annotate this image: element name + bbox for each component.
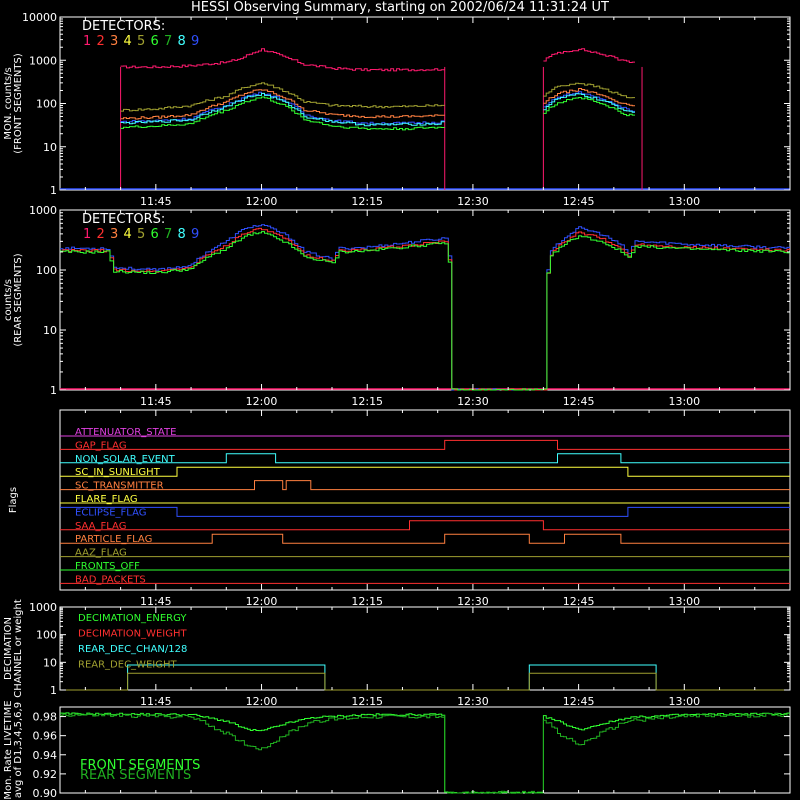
front-ylabel: (FRONT SEGMENTS) <box>13 53 24 154</box>
rear-ytick-label: 100 <box>36 264 57 277</box>
rear-legend-item: 7 <box>164 227 172 242</box>
flag-line-sc_transmitter <box>60 480 790 491</box>
front-legend-item: 1 <box>83 34 91 49</box>
rear-ylabel: (REAR SEGMENTS) <box>13 253 24 346</box>
rear-xtick-label: 12:30 <box>457 395 489 408</box>
decimation-xtick-label: 12:30 <box>457 695 489 708</box>
decimation-legend-item: DECIMATION_WEIGHT <box>78 629 187 640</box>
front-legend-item: 4 <box>124 34 132 49</box>
front-series-1 <box>120 48 445 72</box>
flag-label: ECLIPSE_FLAG <box>75 507 146 518</box>
rear-xtick-label: 12:15 <box>351 395 383 408</box>
decimation-series <box>60 672 790 691</box>
flag-label: ATTENUATOR_STATE <box>75 427 176 438</box>
flags-ylabel: Flags <box>8 487 19 513</box>
flag-line-sc_in_sunlight <box>60 466 790 477</box>
decimation-xtick-label: 12:15 <box>351 695 383 708</box>
flag-line-gap_flag <box>60 439 790 450</box>
rear-legend-item: 4 <box>124 227 132 242</box>
front-legend-item: 2 <box>97 34 105 49</box>
front-ytick-label: 10 <box>43 141 57 154</box>
front-xtick-label: 12:00 <box>246 195 278 208</box>
flags-xtick-label: 12:30 <box>457 595 489 608</box>
front-xtick-label: 11:45 <box>140 195 172 208</box>
flags-xtick-label: 11:45 <box>140 595 172 608</box>
flag-line-particle_flag <box>60 533 790 544</box>
flag-label: PARTICLE_FLAG <box>75 534 152 545</box>
livetime-ylabel: avg of D1,3,4,5,6,9 <box>13 702 24 798</box>
flag-label: SAA_FLAG <box>75 521 126 532</box>
rear-ytick-label: 1 <box>50 384 57 397</box>
livetime-ytick-label: 0.98 <box>33 711 58 724</box>
chart-figure: 1 10 100 1000 10000 11:45 12:00 12:15 12:30 12:45… <box>3 11 791 800</box>
flag-label: SC_IN_SUNLIGHT <box>75 467 161 478</box>
rear-legend-item: 1 <box>83 227 91 242</box>
flags-xtick-label: 12:15 <box>351 595 383 608</box>
rear-xtick-label: 12:00 <box>246 395 278 408</box>
decimation-xtick-label: 13:00 <box>668 695 700 708</box>
flag-label: GAP_FLAG <box>75 440 127 451</box>
rear-legend-item: 3 <box>110 227 118 242</box>
front-xtick-label: 12:30 <box>457 195 489 208</box>
front-ytick-label: 1000 <box>29 54 57 67</box>
livetime-ytick-label: 0.96 <box>33 730 58 743</box>
rear-ytick-label: 1000 <box>29 204 57 217</box>
front-series-1 <box>543 48 635 63</box>
front-xtick-label: 13:00 <box>668 195 700 208</box>
front-xtick-label: 12:15 <box>351 195 383 208</box>
rear-xtick-label: 13:00 <box>668 395 700 408</box>
front-legend-item: 5 <box>137 34 145 49</box>
decimation-legend-item: REAR_DEC_CHAN/128 <box>78 644 187 655</box>
flag-label: AAZ_FLAG <box>75 548 127 559</box>
flag-label: BAD_PACKETS <box>75 574 146 585</box>
decimation-xtick-label: 11:45 <box>140 695 172 708</box>
decimation-legend-item: REAR_DEC_WEIGHT <box>78 660 177 671</box>
front-legend-item: 6 <box>151 34 159 49</box>
decimation-ytick-label: 1 <box>50 684 57 697</box>
front-ytick-label: 1 <box>50 184 57 197</box>
flag-line-eclipse_flag <box>60 506 790 517</box>
flag-label: FLARE_FLAG <box>75 494 138 505</box>
rear-xtick-label: 11:45 <box>140 395 172 408</box>
flag-label: FRONTS_OFF <box>75 561 140 572</box>
decimation-ylabel: CHANNEL or weight <box>13 599 24 698</box>
rear-series-9 <box>60 224 790 391</box>
front-legend-title: DETECTORS: <box>82 19 165 34</box>
front-ytick-label: 100 <box>36 98 57 111</box>
decimation-xtick-label: 12:45 <box>563 695 595 708</box>
livetime-ytick-label: 0.90 <box>33 787 58 800</box>
livetime-ytick-label: 0.94 <box>33 749 58 762</box>
livetime-legend-item: REAR SEGMENTS <box>80 768 191 783</box>
rear-legend-item: 8 <box>178 227 186 242</box>
rear-legend-item: 9 <box>191 227 199 242</box>
rear-series-6 <box>60 231 790 391</box>
flags-xtick-label: 13:00 <box>668 595 700 608</box>
rear-legend-item: 6 <box>151 227 159 242</box>
rear-legend-item: 2 <box>97 227 105 242</box>
rear-xtick-label: 12:45 <box>563 395 595 408</box>
front-legend-item: 8 <box>178 34 186 49</box>
front-legend-item: 3 <box>110 34 118 49</box>
rear-series-2 <box>60 227 790 391</box>
flag-label: NON_SOLAR_EVENT <box>75 454 176 465</box>
decimation-ytick-label: 1000 <box>29 601 57 614</box>
front-legend-item: 7 <box>164 34 172 49</box>
decimation-xtick-label: 12:00 <box>246 695 278 708</box>
front-legend-item: 9 <box>191 34 199 49</box>
livetime-ytick-label: 0.92 <box>33 768 58 781</box>
decimation-ytick-label: 100 <box>36 629 57 642</box>
flags-xtick-label: 12:45 <box>563 595 595 608</box>
rear-legend-item: 5 <box>137 227 145 242</box>
front-xtick-label: 12:45 <box>563 195 595 208</box>
decimation-legend-item: DECIMATION_ENERGY <box>78 613 187 624</box>
flag-line-saa_flag <box>60 520 790 531</box>
flags-xtick-label: 12:00 <box>246 595 278 608</box>
front-ytick-label: 10000 <box>22 11 57 24</box>
flag-label: SC_TRANSMITTER <box>75 481 164 492</box>
rear-legend-title: DETECTORS: <box>82 212 165 227</box>
rear-ytick-label: 10 <box>43 324 57 337</box>
decimation-ytick-label: 10 <box>43 656 57 669</box>
